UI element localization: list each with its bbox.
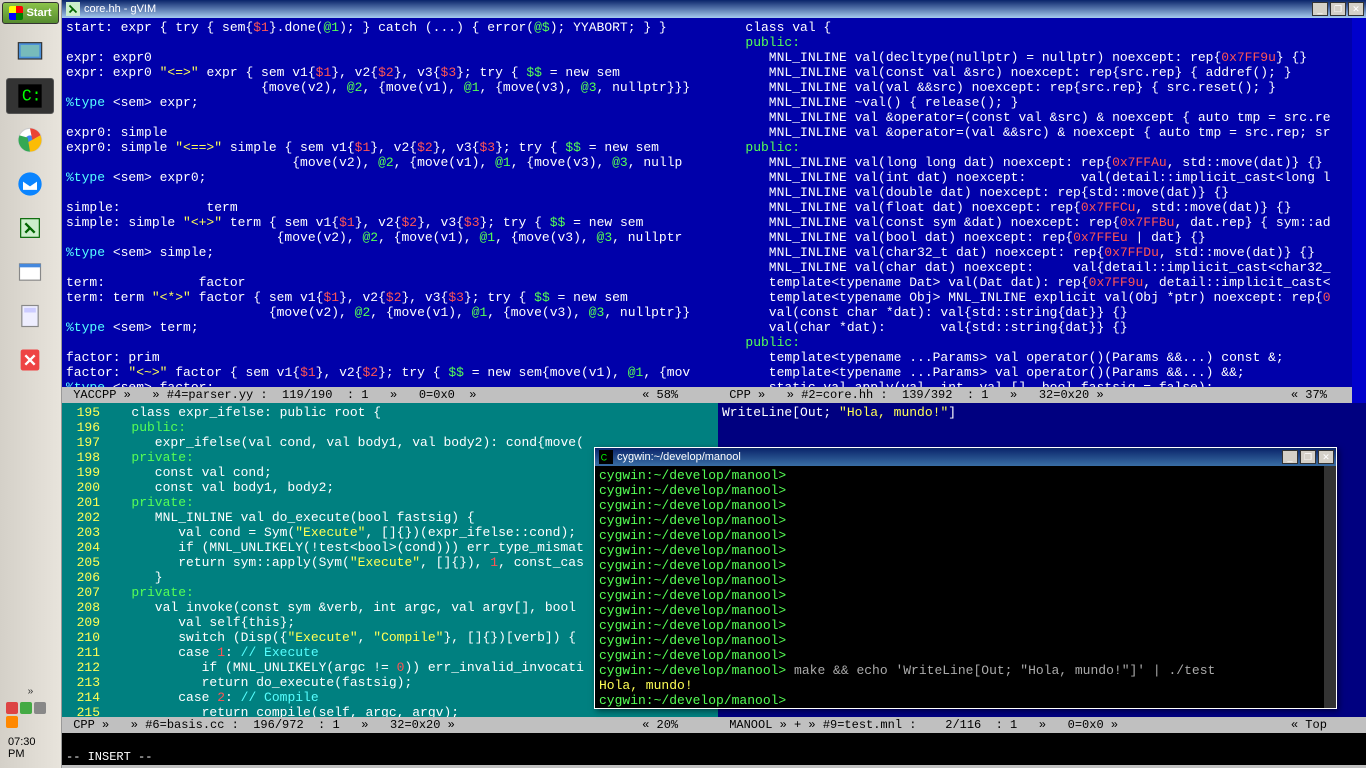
- explorer-icon[interactable]: [6, 254, 54, 290]
- pdf-icon[interactable]: [6, 342, 54, 378]
- taskbar-icons: C:: [0, 26, 61, 386]
- scrollbar[interactable]: [1352, 18, 1366, 387]
- terminal-titlebar[interactable]: C cygwin:~/develop/manool _ ❐ ✕: [595, 448, 1336, 466]
- desktop-icon[interactable]: [6, 34, 54, 70]
- terminal-app-icon: C: [599, 450, 613, 464]
- minimize-button[interactable]: _: [1312, 2, 1328, 16]
- taskbar: Start C: » 07:30 PM: [0, 0, 62, 768]
- terminal-body[interactable]: cygwin:~/develop/manool> cygwin:~/develo…: [595, 466, 1336, 708]
- terminal-scrollbar[interactable]: [1324, 466, 1336, 708]
- tray-expand-icon[interactable]: »: [27, 687, 33, 698]
- close-button[interactable]: ✕: [1348, 2, 1364, 16]
- svg-text:C:: C:: [22, 87, 42, 106]
- tray-icon[interactable]: [6, 716, 18, 728]
- thunderbird-icon[interactable]: [6, 166, 54, 202]
- terminal-window: C cygwin:~/develop/manool _ ❐ ✕ cygwin:~…: [594, 447, 1337, 709]
- tray-icon[interactable]: [20, 702, 32, 714]
- tray-icon[interactable]: [6, 702, 18, 714]
- maximize-button[interactable]: ❐: [1330, 2, 1346, 16]
- status-bar: MANOOL » + » #9=test.mnl : 2/116 : 1 » 0…: [718, 717, 1366, 733]
- titlebar[interactable]: core.hh - gVIM _ ❐ ✕: [62, 0, 1366, 18]
- svg-text:C: C: [601, 453, 607, 463]
- gvim-icon[interactable]: [6, 210, 54, 246]
- status-bar: CPP » » #2=core.hh : 139/392 : 1 » 32=0x…: [718, 387, 1366, 403]
- tray-icon[interactable]: [34, 702, 46, 714]
- start-button[interactable]: Start: [2, 2, 59, 24]
- terminal-maximize-button[interactable]: ❐: [1300, 450, 1316, 464]
- status-bar: YACCPP » » #4=parser.yy : 119/190 : 1 » …: [62, 387, 718, 403]
- vim-command-line[interactable]: -- INSERT --: [62, 749, 1366, 765]
- app-icon: [66, 2, 80, 16]
- status-bar: CPP » » #6=basis.cc : 196/972 : 1 » 32=0…: [62, 717, 718, 733]
- pane-yaccpp: start: expr { try { sem{$1}.done(@1); } …: [62, 18, 718, 403]
- code-area[interactable]: start: expr { try { sem{$1}.done(@1); } …: [62, 18, 718, 387]
- chrome-icon[interactable]: [6, 122, 54, 158]
- system-tray: » 07:30 PM: [0, 683, 61, 768]
- calculator-icon[interactable]: [6, 298, 54, 334]
- terminal-close-button[interactable]: ✕: [1318, 450, 1334, 464]
- pane-cpp-core: class val { public: MNL_INLINE val(declt…: [718, 18, 1366, 403]
- terminal-title: cygwin:~/develop/manool: [617, 451, 741, 463]
- code-area[interactable]: class val { public: MNL_INLINE val(declt…: [718, 18, 1366, 387]
- terminal-minimize-button[interactable]: _: [1282, 450, 1298, 464]
- clock[interactable]: 07:30 PM: [4, 732, 57, 764]
- terminal-icon[interactable]: C:: [6, 78, 54, 114]
- window-title: core.hh - gVIM: [84, 3, 156, 15]
